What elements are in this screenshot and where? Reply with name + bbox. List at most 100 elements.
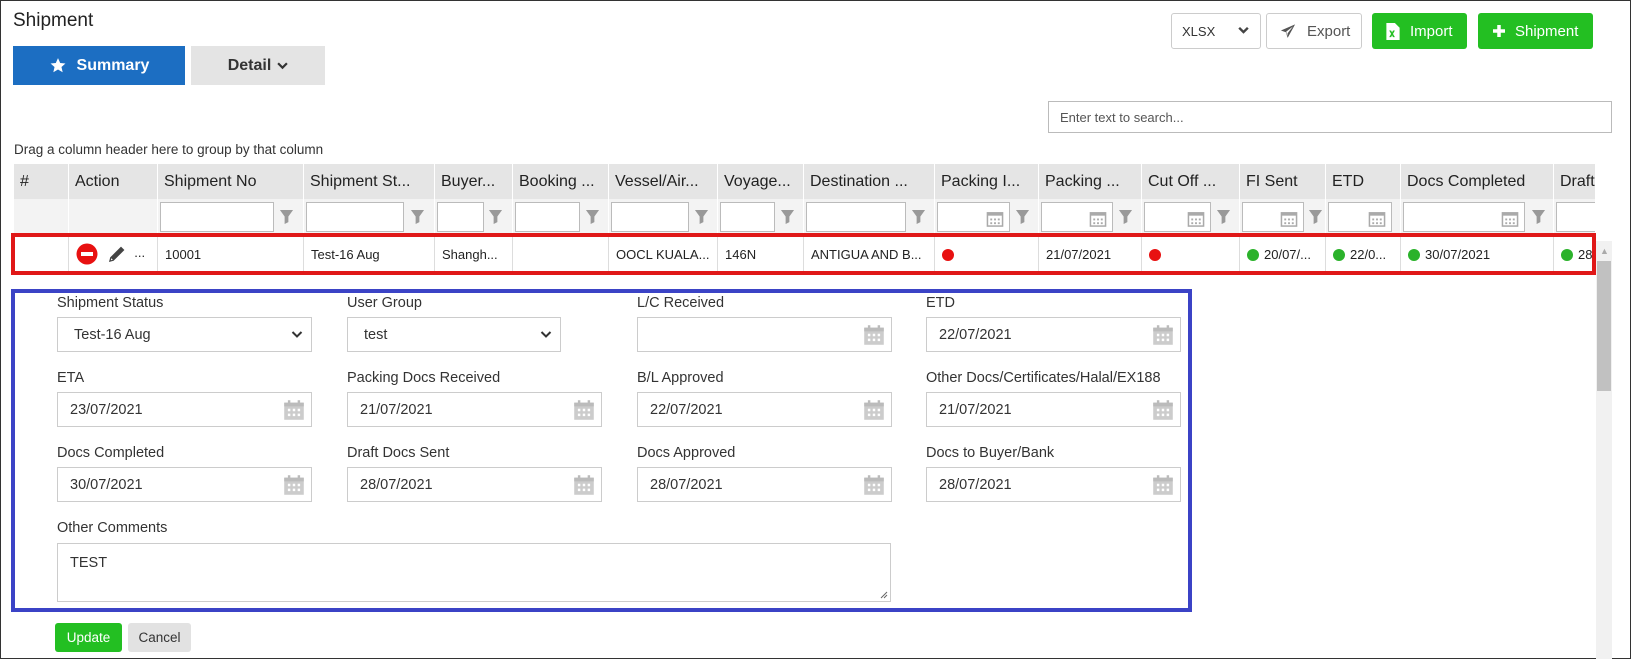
column-header-etd[interactable]: ETD — [1326, 164, 1401, 199]
filter-icon[interactable] — [694, 209, 709, 224]
docs-to-buyer-label: Docs to Buyer/Bank — [926, 445, 1055, 461]
filter-input-voyage[interactable] — [720, 202, 775, 232]
grid-filter-row — [14, 199, 1595, 236]
filter-cell-cut-off — [1142, 199, 1240, 235]
calendar-icon[interactable] — [1152, 474, 1174, 496]
chevron-down-icon — [1238, 26, 1249, 34]
filter-input-destination[interactable] — [806, 202, 906, 232]
filter-input-packing-date[interactable] — [1041, 202, 1113, 232]
filter-icon[interactable] — [1308, 209, 1323, 224]
column-header-packing-i[interactable]: Packing I... — [935, 164, 1039, 199]
packing-docs-received-date-input[interactable]: 21/07/2021 — [347, 392, 602, 427]
filter-icon[interactable] — [488, 209, 503, 224]
other-docs-date-input[interactable]: 21/07/2021 — [926, 392, 1181, 427]
grid-header-row: # Action Shipment No Shipment St... Buye… — [14, 164, 1595, 199]
column-header-vessel[interactable]: Vessel/Air... — [609, 164, 718, 199]
column-header-shipment-no[interactable]: Shipment No — [158, 164, 304, 199]
export-button[interactable]: Export — [1266, 13, 1362, 49]
docs-completed-date-input[interactable]: 30/07/2021 — [57, 467, 312, 502]
filter-icon[interactable] — [911, 209, 926, 224]
lc-received-date-input[interactable] — [637, 317, 892, 352]
column-header-buyer[interactable]: Buyer... — [435, 164, 513, 199]
import-button[interactable]: Import — [1372, 13, 1467, 49]
other-comments-textarea[interactable]: TEST — [57, 543, 891, 602]
eta-date-input[interactable]: 23/07/2021 — [57, 392, 312, 427]
search-input[interactable] — [1048, 101, 1612, 133]
scrollbar-thumb[interactable] — [1597, 261, 1611, 391]
filter-input-buyer[interactable] — [437, 202, 484, 232]
scroll-up-arrow-icon[interactable]: ▲ — [1600, 246, 1609, 256]
column-header-voyage[interactable]: Voyage... — [718, 164, 804, 199]
filter-input-fi-sent[interactable] — [1242, 202, 1304, 232]
calendar-icon[interactable] — [573, 399, 595, 421]
column-header-fi-sent[interactable]: FI Sent — [1240, 164, 1326, 199]
user-group-select[interactable]: test — [347, 317, 561, 352]
cancel-button[interactable]: Cancel — [128, 623, 191, 652]
vertical-scrollbar[interactable]: ▲ — [1596, 241, 1612, 659]
shipment-status-select[interactable]: Test-16 Aug — [57, 317, 312, 352]
bl-approved-date-input[interactable]: 22/07/2021 — [637, 392, 892, 427]
eta-value: 23/07/2021 — [70, 402, 143, 418]
filter-cell-vessel — [609, 199, 718, 235]
filter-icon[interactable] — [1015, 209, 1030, 224]
column-header-docs-completed[interactable]: Docs Completed — [1401, 164, 1554, 199]
update-button[interactable]: Update — [55, 623, 122, 652]
filter-icon[interactable] — [410, 209, 425, 224]
column-header-draft[interactable]: Draft — [1554, 164, 1595, 199]
column-header-destination[interactable]: Destination ... — [804, 164, 935, 199]
calendar-icon[interactable] — [986, 210, 1004, 227]
etd-label: ETD — [926, 295, 955, 311]
filter-input-vessel[interactable] — [611, 202, 689, 232]
column-header-packing-date[interactable]: Packing ... — [1039, 164, 1142, 199]
resize-grip-icon[interactable] — [878, 589, 888, 599]
calendar-icon[interactable] — [1187, 210, 1205, 227]
filter-cell-etd — [1326, 199, 1401, 235]
star-icon — [50, 58, 65, 73]
filter-input-docs-completed[interactable] — [1403, 202, 1525, 232]
calendar-icon[interactable] — [863, 474, 885, 496]
export-format-select[interactable]: XLSX — [1171, 13, 1261, 49]
docs-approved-date-input[interactable]: 28/07/2021 — [637, 467, 892, 502]
calendar-icon[interactable] — [573, 474, 595, 496]
docs-to-buyer-date-input[interactable]: 28/07/2021 — [926, 467, 1181, 502]
column-header-index[interactable]: # — [14, 164, 69, 199]
tab-summary[interactable]: Summary — [13, 46, 185, 85]
filter-cell-docs-completed — [1401, 199, 1554, 235]
packing-docs-received-label: Packing Docs Received — [347, 370, 501, 386]
filter-input-cut-off[interactable] — [1144, 202, 1211, 232]
column-header-booking[interactable]: Booking ... — [513, 164, 609, 199]
tab-detail[interactable]: Detail — [191, 46, 325, 85]
calendar-icon[interactable] — [1152, 324, 1174, 346]
calendar-icon[interactable] — [1152, 399, 1174, 421]
bl-approved-value: 22/07/2021 — [650, 402, 723, 418]
calendar-icon[interactable] — [283, 474, 305, 496]
filter-icon[interactable] — [1531, 209, 1546, 224]
calendar-icon[interactable] — [1280, 210, 1298, 227]
column-header-cut-off[interactable]: Cut Off ... — [1142, 164, 1240, 199]
filter-icon[interactable] — [585, 209, 600, 224]
filter-input-shipment-status[interactable] — [306, 202, 404, 232]
add-shipment-button[interactable]: Shipment — [1478, 13, 1593, 49]
etd-date-input[interactable]: 22/07/2021 — [926, 317, 1181, 352]
filter-input-draft[interactable] — [1556, 202, 1595, 232]
calendar-icon[interactable] — [863, 399, 885, 421]
filter-input-shipment-no[interactable] — [160, 202, 274, 232]
calendar-icon[interactable] — [1368, 210, 1386, 227]
calendar-icon[interactable] — [283, 399, 305, 421]
filter-input-booking[interactable] — [515, 202, 580, 232]
filter-icon[interactable] — [279, 209, 294, 224]
filter-input-packing-i[interactable] — [937, 202, 1010, 232]
other-docs-value: 21/07/2021 — [939, 402, 1012, 418]
calendar-icon[interactable] — [863, 324, 885, 346]
filter-input-etd[interactable] — [1328, 202, 1392, 232]
filter-icon[interactable] — [780, 209, 795, 224]
filter-icon[interactable] — [1118, 209, 1133, 224]
plus-icon — [1493, 25, 1505, 37]
filter-icon[interactable] — [1216, 209, 1231, 224]
draft-docs-sent-date-input[interactable]: 28/07/2021 — [347, 467, 602, 502]
column-header-shipment-status[interactable]: Shipment St... — [304, 164, 435, 199]
column-header-action[interactable]: Action — [69, 164, 158, 199]
calendar-icon[interactable] — [1501, 210, 1519, 227]
user-group-value: test — [364, 327, 388, 343]
calendar-icon[interactable] — [1089, 210, 1107, 227]
